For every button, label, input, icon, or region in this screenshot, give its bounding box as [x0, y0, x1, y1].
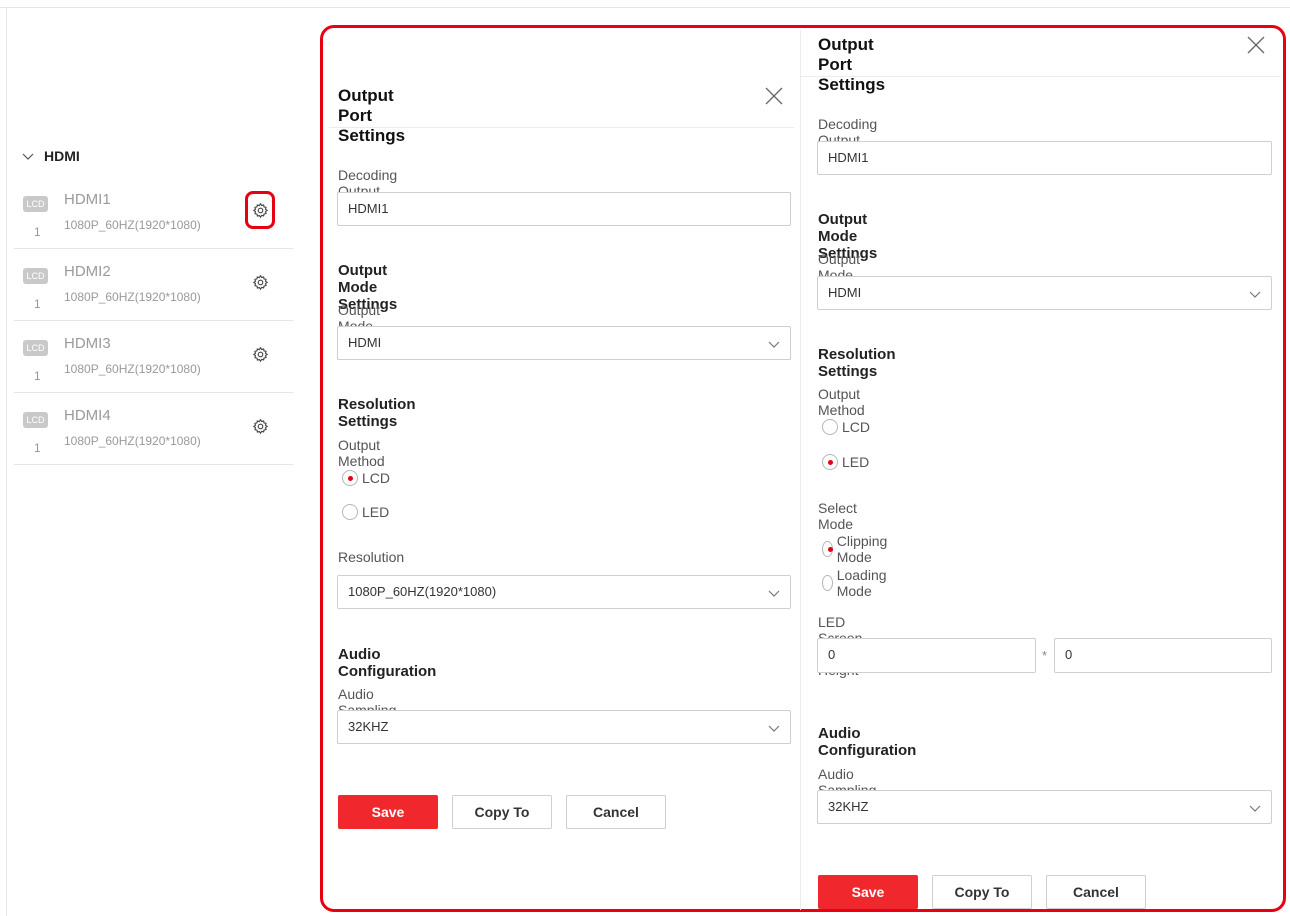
- port-row-hdmi2[interactable]: LCD 1 HDMI2 1080P_60HZ(1920*1080): [14, 249, 293, 321]
- port-index: 1: [34, 225, 41, 239]
- radio-loading-mode[interactable]: Loading Mode: [822, 567, 892, 599]
- port-index: 1: [34, 369, 41, 383]
- output-method-label: Output Method: [338, 437, 385, 469]
- resolution-section: Resolution Settings: [818, 346, 896, 380]
- lcd-icon: LCD: [23, 412, 48, 428]
- output-mode-select[interactable]: HDMI: [337, 326, 791, 360]
- radio-lcd[interactable]: LCD: [342, 470, 390, 486]
- resolution-select[interactable]: 1080P_60HZ(1920*1080): [337, 575, 791, 609]
- left-border: [6, 8, 7, 916]
- resolution-label: Resolution: [338, 549, 405, 565]
- audio-rate-select[interactable]: 32KHZ: [817, 790, 1272, 824]
- close-icon[interactable]: [1247, 36, 1265, 54]
- port-name: HDMI2: [64, 263, 111, 280]
- radio-led[interactable]: LED: [822, 454, 869, 470]
- chevron-down-icon: [768, 341, 780, 348]
- resolution-value: 1080P_60HZ(1920*1080): [348, 584, 497, 599]
- port-row-hdmi4[interactable]: LCD 1 HDMI4 1080P_60HZ(1920*1080): [14, 393, 293, 465]
- output-mode-value: HDMI: [828, 285, 862, 300]
- output-method-label: Output Method: [818, 386, 865, 418]
- cancel-button[interactable]: Cancel: [1046, 875, 1146, 909]
- gear-icon[interactable]: [252, 274, 269, 291]
- group-label: HDMI: [44, 148, 80, 164]
- chevron-down-icon: [22, 153, 34, 160]
- output-mode-value: HDMI: [348, 335, 382, 350]
- decoding-name-input[interactable]: HDMI1: [337, 192, 791, 226]
- chevron-down-icon: [1249, 805, 1261, 812]
- size-separator: *: [1042, 648, 1048, 663]
- audio-rate-value: 32KHZ: [828, 799, 869, 814]
- radio-circle-selected: [822, 541, 833, 557]
- radio-clipping-mode[interactable]: Clipping Mode: [822, 533, 893, 565]
- audio-section: Audio Configuration: [818, 725, 917, 759]
- radio-led-label: LED: [842, 454, 870, 470]
- top-border: [0, 7, 1290, 8]
- audio-rate-value: 32KHZ: [348, 719, 389, 734]
- copy-to-button[interactable]: Copy To: [452, 795, 552, 829]
- panel-divider: [800, 30, 801, 910]
- chevron-down-icon: [1249, 291, 1261, 298]
- radio-led[interactable]: LED: [342, 504, 389, 520]
- port-name: HDMI3: [64, 335, 111, 352]
- audio-rate-select[interactable]: 32KHZ: [337, 710, 791, 744]
- port-name: HDMI1: [64, 191, 111, 208]
- panel-title: Output Port Settings: [338, 86, 406, 145]
- port-name: HDMI4: [64, 407, 111, 424]
- radio-circle: [822, 419, 838, 435]
- radio-circle: [822, 575, 833, 591]
- radio-loading-label: Loading Mode: [836, 567, 887, 599]
- port-resolution: 1080P_60HZ(1920*1080): [64, 362, 201, 376]
- save-button[interactable]: Save: [818, 875, 918, 909]
- audio-section: Audio Configuration: [338, 646, 437, 680]
- select-mode-label: Select Mode: [818, 500, 857, 532]
- port-resolution: 1080P_60HZ(1920*1080): [64, 434, 201, 448]
- radio-lcd-label: LCD: [842, 419, 871, 435]
- cancel-button[interactable]: Cancel: [566, 795, 666, 829]
- port-index: 1: [34, 441, 41, 455]
- led-width-input[interactable]: 0: [817, 638, 1036, 673]
- copy-to-button[interactable]: Copy To: [932, 875, 1032, 909]
- chevron-down-icon: [768, 590, 780, 597]
- radio-lcd[interactable]: LCD: [822, 419, 870, 435]
- port-row-hdmi3[interactable]: LCD 1 HDMI3 1080P_60HZ(1920*1080): [14, 321, 293, 393]
- port-index: 1: [34, 297, 41, 311]
- radio-circle-selected: [822, 454, 838, 470]
- port-resolution: 1080P_60HZ(1920*1080): [64, 290, 201, 304]
- save-button[interactable]: Save: [338, 795, 438, 829]
- radio-circle-selected: [342, 470, 358, 486]
- radio-clipping-label: Clipping Mode: [836, 533, 888, 565]
- gear-highlight-annotation: [245, 191, 275, 229]
- panel-title: Output Port Settings: [818, 35, 886, 94]
- radio-circle: [342, 504, 358, 520]
- lcd-icon: LCD: [23, 340, 48, 356]
- title-divider: [329, 127, 794, 128]
- port-resolution: 1080P_60HZ(1920*1080): [64, 218, 201, 232]
- decoding-name-input[interactable]: HDMI1: [817, 141, 1272, 175]
- lcd-icon: LCD: [23, 196, 48, 212]
- radio-led-label: LED: [362, 504, 390, 520]
- gear-icon[interactable]: [252, 418, 269, 435]
- radio-lcd-label: LCD: [362, 470, 391, 486]
- output-mode-select[interactable]: HDMI: [817, 276, 1272, 310]
- lcd-icon: LCD: [23, 268, 48, 284]
- close-icon[interactable]: [765, 87, 783, 105]
- hdmi-group-header[interactable]: HDMI: [22, 148, 80, 164]
- chevron-down-icon: [768, 725, 780, 732]
- resolution-section: Resolution Settings: [338, 396, 416, 430]
- led-height-input[interactable]: 0: [1054, 638, 1272, 673]
- gear-icon[interactable]: [252, 346, 269, 363]
- title-divider: [801, 76, 1281, 77]
